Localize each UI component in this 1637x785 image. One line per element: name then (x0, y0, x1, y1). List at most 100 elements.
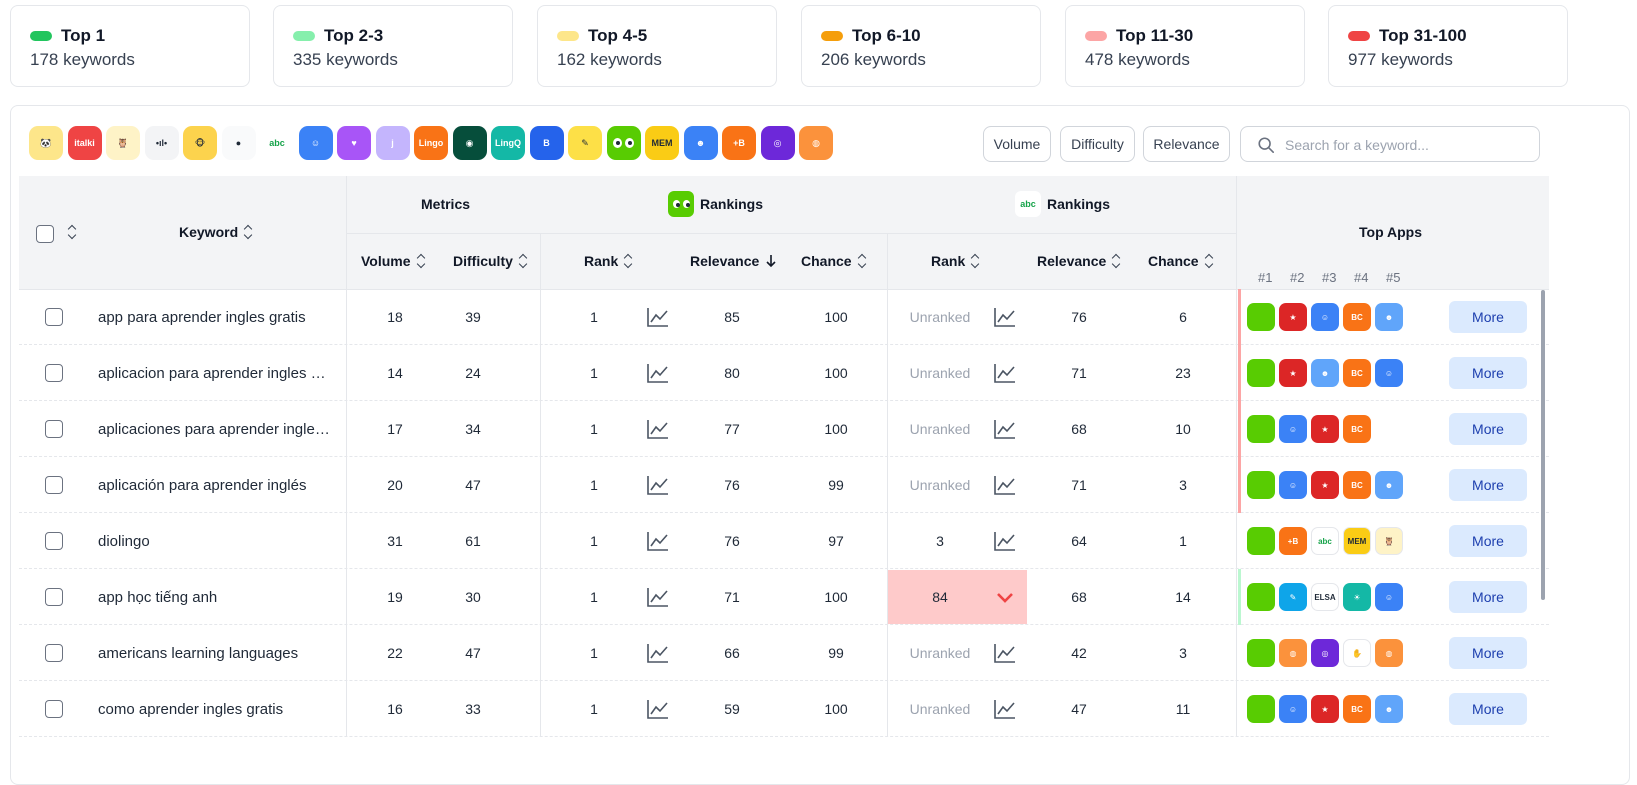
row-checkbox[interactable] (45, 532, 63, 550)
smile-app-icon[interactable]: ☻ (683, 126, 718, 160)
table-row[interactable]: aplicacion para aprender ingles gratis 14… (19, 345, 1549, 401)
volume-filter-button[interactable]: Volume (983, 126, 1051, 162)
leaf-app-icon[interactable]: ● (221, 126, 256, 160)
select-all-checkbox[interactable] (36, 225, 54, 243)
more-button[interactable]: More (1449, 525, 1527, 557)
duolingo-app-icon[interactable] (1247, 303, 1275, 331)
fox-app-icon[interactable]: BC (1343, 415, 1371, 443)
more-button[interactable]: More (1449, 637, 1527, 669)
flag-app-icon[interactable]: ★ (1311, 695, 1339, 723)
table-row[interactable]: app para aprender ingles gratis 18 39 1 85 10… (19, 289, 1549, 345)
volume-column-header[interactable]: Volume (361, 253, 427, 269)
row-checkbox[interactable] (45, 644, 63, 662)
chance2-column-header[interactable]: Chance (1148, 253, 1215, 269)
duolingo-app-icon[interactable] (1247, 415, 1275, 443)
more-button[interactable]: More (1449, 413, 1527, 445)
rank2-trend-icon[interactable] (993, 513, 1017, 569)
table-row[interactable]: aplicación para aprender inglés 20 47 1 76 99… (19, 457, 1549, 513)
row-checkbox[interactable] (45, 700, 63, 718)
robot-app-icon[interactable]: ☺ (1279, 471, 1307, 499)
more-button[interactable]: More (1449, 357, 1527, 389)
duolingo-app-icon[interactable] (606, 126, 641, 160)
difficulty-column-header[interactable]: Difficulty (453, 253, 529, 269)
plus-b-app-icon[interactable]: +B (722, 126, 756, 160)
robot-app-icon[interactable]: ☺ (1279, 695, 1307, 723)
owl-app-icon[interactable]: 🦉 (1375, 527, 1403, 555)
rank-trend-icon[interactable] (646, 457, 670, 513)
keyword-text[interactable]: aplicaciones para aprender ingles gratis (98, 421, 333, 438)
more-button[interactable]: More (1449, 581, 1527, 613)
abc-app-icon[interactable]: abc (260, 126, 294, 160)
robot-app-icon[interactable]: ☺ (1311, 303, 1339, 331)
elsa-app-icon[interactable]: ELSA (1311, 583, 1339, 611)
keyword-text[interactable]: americans learning languages (98, 645, 333, 662)
rank-column-header[interactable]: Rank (584, 253, 634, 269)
keyword-search[interactable] (1240, 126, 1540, 162)
keyword-text[interactable]: como aprender ingles gratis (98, 701, 333, 718)
rank-trend-icon[interactable] (646, 569, 670, 625)
row-checkbox[interactable] (45, 420, 63, 438)
table-row[interactable]: americans learning languages 22 47 1 66 99 Unr… (19, 625, 1549, 681)
flag-app-icon[interactable]: ★ (1311, 471, 1339, 499)
feather-app-icon[interactable]: ✎ (568, 126, 602, 160)
j-app-icon[interactable]: j (375, 126, 410, 160)
flag-app-icon[interactable]: ★ (1311, 415, 1339, 443)
rank-trend-icon[interactable] (646, 513, 670, 569)
fox-app-icon[interactable]: BC (1343, 695, 1371, 723)
stat-card-top-11-30[interactable]: Top 11-30 478 keywords (1065, 5, 1305, 87)
table-row[interactable]: aplicaciones para aprender ingles gratis… (19, 401, 1549, 457)
robot-app-icon[interactable]: ☺ (298, 126, 333, 160)
row-checkbox[interactable] (45, 308, 63, 326)
drop-app-icon[interactable]: ◎ (760, 126, 795, 160)
robot-app-icon[interactable]: ☺ (1375, 359, 1403, 387)
rank2-trend-icon[interactable] (993, 457, 1017, 513)
relevance-column-header[interactable]: Relevance (690, 253, 777, 269)
keyword-text[interactable]: app para aprender ingles gratis (98, 309, 333, 326)
lingq-app-icon[interactable]: LingQ (491, 126, 525, 160)
robot-app-icon[interactable]: ☺ (1375, 583, 1403, 611)
duolingo-app-icon[interactable] (1247, 471, 1275, 499)
row-checkbox[interactable] (45, 476, 63, 494)
table-row[interactable]: como aprender ingles gratis 16 33 1 59 100 Unr… (19, 681, 1549, 737)
globe-app-icon[interactable]: ◍ (1279, 639, 1307, 667)
keyword-text[interactable]: aplicacion para aprender ingles gratis (98, 365, 333, 382)
duolingo-app-icon[interactable] (1247, 695, 1275, 723)
select-sort-icon[interactable] (68, 225, 78, 239)
hand-app-icon[interactable]: ✋ (1343, 639, 1371, 667)
cartoon-app-icon[interactable]: ☀ (1343, 583, 1371, 611)
globe-app-icon[interactable]: ◍ (1375, 639, 1403, 667)
stat-card-top-4-5[interactable]: Top 4-5 162 keywords (537, 5, 777, 87)
plus-b-app-icon[interactable]: +B (1279, 527, 1307, 555)
stat-card-top-2-3[interactable]: Top 2-3 335 keywords (273, 5, 513, 87)
search-input[interactable] (1285, 135, 1525, 155)
smile-app-icon[interactable]: ☻ (1375, 303, 1403, 331)
keyword-text[interactable]: aplicación para aprender inglés (98, 477, 333, 494)
rank2-trend-icon[interactable] (993, 681, 1017, 737)
flag-app-icon[interactable]: ★ (1279, 359, 1307, 387)
rank-trend-icon[interactable] (646, 401, 670, 457)
rank2-column-header[interactable]: Rank (931, 253, 981, 269)
globe-app-icon[interactable]: ◍ (799, 126, 833, 160)
duolingo-app-icon[interactable] (1247, 527, 1275, 555)
lingo-play-app-icon[interactable]: Lingo (414, 126, 448, 160)
row-checkbox[interactable] (45, 588, 63, 606)
duolingo-app-icon[interactable] (1247, 583, 1275, 611)
monkey-app-icon[interactable]: 🐵 (183, 126, 217, 160)
more-button[interactable]: More (1449, 693, 1527, 725)
keyword-column-header[interactable]: Keyword (179, 224, 254, 240)
fox-app-icon[interactable]: BC (1343, 359, 1371, 387)
b-app-icon[interactable]: B (529, 126, 564, 160)
fox-app-icon[interactable]: BC (1343, 471, 1371, 499)
rank2-trend-icon[interactable] (993, 345, 1017, 401)
robot-app-icon[interactable]: ☺ (1279, 415, 1307, 443)
difficulty-filter-button[interactable]: Difficulty (1060, 126, 1135, 162)
flag-app-icon[interactable]: ★ (1279, 303, 1307, 331)
duolingo-app-icon[interactable] (1247, 359, 1275, 387)
stat-card-top-6-10[interactable]: Top 6-10 206 keywords (801, 5, 1041, 87)
table-scrollbar[interactable] (1541, 290, 1545, 600)
headphones-app-icon[interactable]: ◉ (452, 126, 487, 160)
rank2-trend-icon[interactable] (993, 625, 1017, 681)
voice-app-icon[interactable]: •ıl• (144, 126, 179, 160)
stat-card-top-1[interactable]: Top 1 178 keywords (10, 5, 250, 87)
duolingo-app-icon[interactable] (1247, 639, 1275, 667)
